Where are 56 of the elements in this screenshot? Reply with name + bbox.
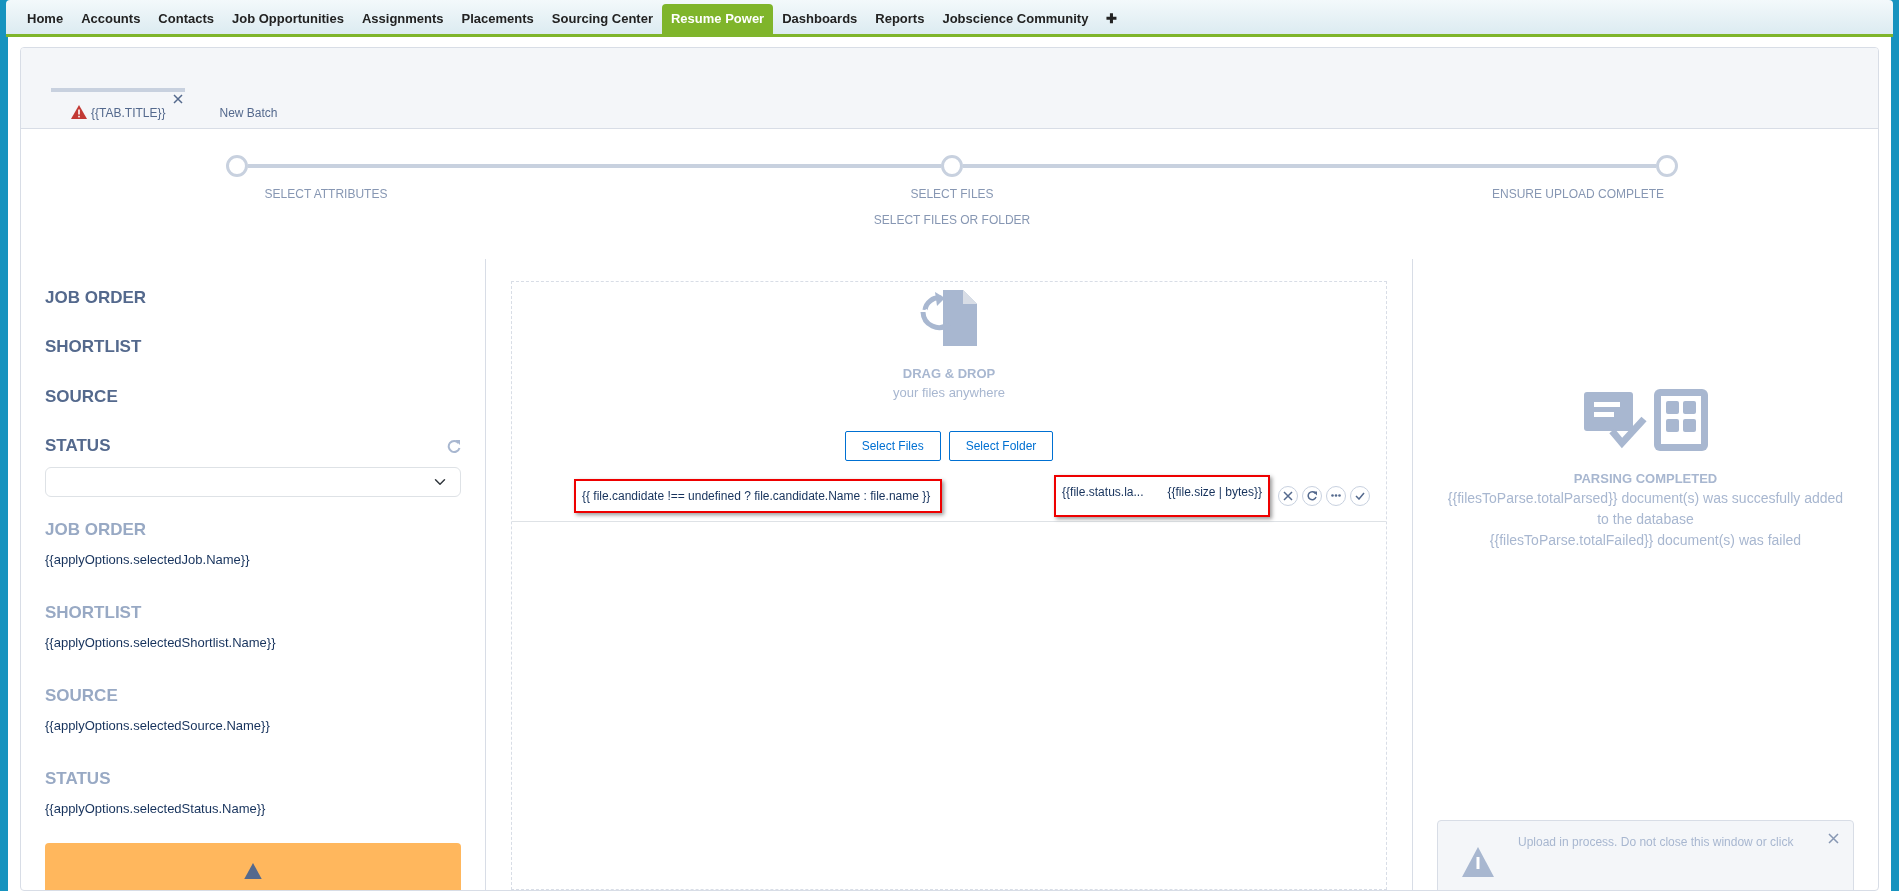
result-message: {{filesToParse.totalParsed}} document(s) was succesfully added to the database bbox=[1446, 489, 1845, 530]
close-icon bbox=[173, 93, 184, 104]
warning-icon bbox=[1462, 847, 1494, 877]
refresh-icon bbox=[447, 439, 461, 454]
section-heading: STATUS bbox=[45, 435, 111, 458]
summary-label: STATUS bbox=[45, 767, 112, 790]
summary-label: JOB ORDER bbox=[45, 518, 148, 541]
step-label: SELECT FILES bbox=[910, 185, 994, 203]
step-label: SELECT ATTRIBUTES bbox=[264, 185, 388, 203]
summary-value: {{applyOptions.selectedStatus.Name}} bbox=[45, 800, 267, 819]
summary-label: SOURCE bbox=[45, 684, 119, 707]
section-heading: SOURCE bbox=[45, 385, 118, 408]
nav-tab[interactable]: ✚ bbox=[1097, 4, 1127, 34]
remove-icon bbox=[1283, 490, 1293, 501]
icon-button[interactable] bbox=[1302, 485, 1322, 506]
icon-button[interactable] bbox=[1326, 485, 1346, 506]
summary-value: {{applyOptions.selectedSource.Name}} bbox=[45, 717, 271, 736]
nav-tab[interactable]: Jobscience Community bbox=[933, 4, 1098, 34]
dropzone-subtitle: your files anywhere bbox=[893, 384, 1005, 403]
parse-complete-icon bbox=[1583, 386, 1708, 453]
section-heading: JOB ORDER bbox=[45, 286, 147, 309]
icon-button[interactable] bbox=[1350, 485, 1370, 506]
batch-tab[interactable]: {{TAB.TITLE}} bbox=[51, 87, 186, 128]
nav-tab[interactable]: Reports bbox=[866, 4, 934, 34]
refresh-icon bbox=[1307, 490, 1317, 501]
file-name: {{ file.candidate !== undefined ? file.candidate.Name : file.name }} bbox=[574, 478, 943, 513]
result-message: {{filesToParse.totalFailed}} document(s) was failed bbox=[1488, 531, 1803, 551]
step-label: ENSURE UPLOAD COMPLETE bbox=[1491, 185, 1664, 203]
file-size: {{file.size | bytes}} bbox=[1167, 483, 1262, 501]
section-heading: SHORTLIST bbox=[45, 336, 142, 359]
summary-value: {{applyOptions.selectedShortlist.Name}} bbox=[45, 634, 277, 653]
select-button[interactable]: Select Folder bbox=[948, 430, 1054, 461]
select-button[interactable]: Select Files bbox=[844, 430, 941, 461]
alert-message: Upload in process. Do not close this window or click bbox=[1518, 834, 1795, 851]
icon-button[interactable] bbox=[1278, 485, 1298, 506]
summary-value: {{applyOptions.selectedJob.Name}} bbox=[45, 551, 251, 570]
close-icon bbox=[1828, 833, 1839, 844]
nav-tab[interactable]: Contacts bbox=[149, 4, 223, 34]
warning-icon bbox=[71, 104, 87, 119]
more-icon bbox=[1331, 494, 1341, 498]
nav-tab[interactable]: Home bbox=[18, 4, 73, 34]
summary-label: SHORTLIST bbox=[45, 601, 143, 624]
nav-tab[interactable]: Sourcing Center bbox=[542, 4, 662, 34]
file-upload-icon bbox=[919, 287, 979, 348]
nav-tab[interactable]: Assignments bbox=[352, 4, 453, 34]
nav-tab[interactable]: Placements bbox=[452, 4, 543, 34]
nav-tab[interactable]: Job Opportunities bbox=[223, 4, 353, 34]
nav-tab[interactable]: Accounts bbox=[72, 4, 150, 34]
batch-tab[interactable]: New Batch bbox=[199, 87, 298, 128]
file-status: {{file.status.la... bbox=[1062, 483, 1144, 501]
dropzone-title: DRAG & DROP bbox=[902, 364, 996, 383]
close-button[interactable] bbox=[1828, 833, 1839, 844]
nav-tab[interactable]: Dashboards bbox=[773, 4, 867, 34]
step-sublabel: SELECT FILES OR FOLDER bbox=[873, 211, 1031, 229]
check-icon bbox=[1355, 491, 1365, 500]
result-title: PARSING COMPLETED bbox=[1572, 469, 1719, 488]
